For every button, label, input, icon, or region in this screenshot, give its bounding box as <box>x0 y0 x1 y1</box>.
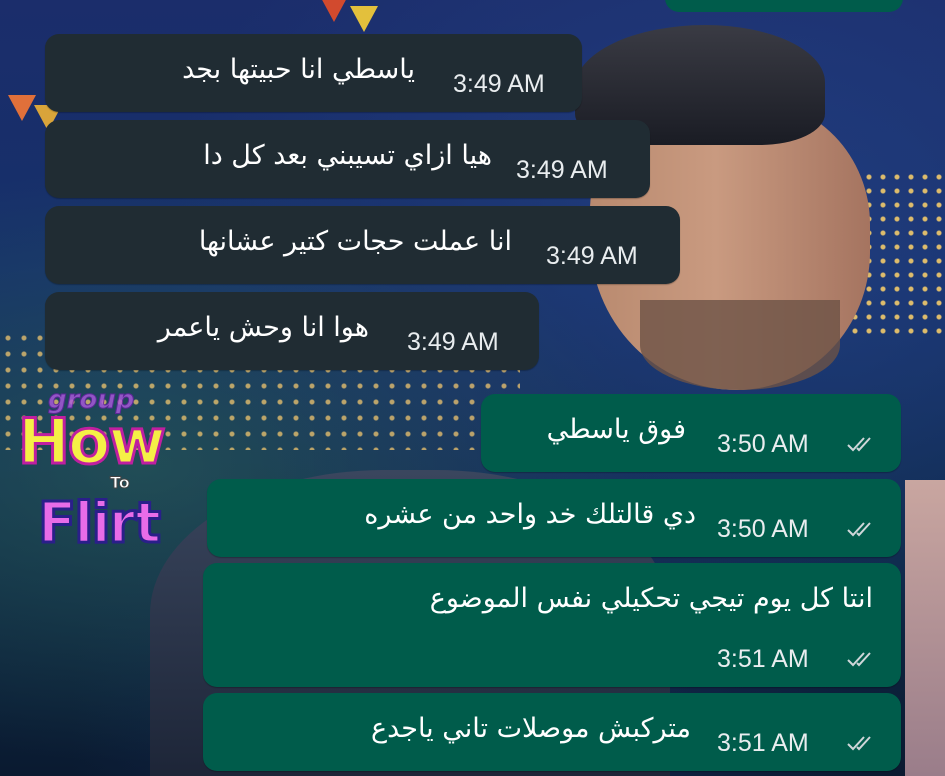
message-bubble-outgoing[interactable]: انتا كل يوم تيجي تحكيلي نفس الموضوع 3:51… <box>203 563 901 687</box>
message-text: ياسطي انا حبيتها بجد <box>182 54 415 85</box>
wallpaper-lantern <box>905 480 945 776</box>
message-bubble-incoming[interactable]: هوا انا وحش ياعمر 3:49 AM <box>45 292 539 370</box>
message-timestamp: 3:49 AM <box>407 328 499 356</box>
message-text: انا عملت حجات كتير عشانها <box>198 226 512 257</box>
message-timestamp: 3:51 AM <box>717 645 809 673</box>
wallpaper-person-beard <box>640 300 840 390</box>
message-bubble-outgoing[interactable]: دي قالتلك خد واحد من عشره 3:50 AM <box>207 479 901 557</box>
message-text: فوق ياسطي <box>546 414 686 445</box>
message-timestamp: 3:49 AM <box>546 242 638 270</box>
message-timestamp: 3:49 AM <box>516 156 608 184</box>
message-text: دي قالتلك خد واحد من عشره <box>364 499 696 530</box>
message-bubble-outgoing[interactable]: فوق ياسطي 3:50 AM <box>481 394 901 472</box>
message-bubble-incoming[interactable]: هيا ازاي تسيبني بعد كل دا 3:49 AM <box>45 120 650 198</box>
watermark-how-text: How <box>17 404 168 480</box>
wallpaper-bunting <box>350 6 378 32</box>
message-text: انتا كل يوم تيجي تحكيلي نفس الموضوع <box>429 583 873 614</box>
watermark-logo: group How To Flirt <box>17 385 218 585</box>
double-check-icon <box>847 736 871 751</box>
double-check-icon <box>847 437 871 452</box>
double-check-icon <box>847 522 871 537</box>
message-bubble-incoming[interactable]: ياسطي انا حبيتها بجد 3:49 AM <box>45 34 582 112</box>
double-check-icon <box>847 652 871 667</box>
message-bubble-outgoing-partial[interactable] <box>665 0 903 12</box>
message-bubble-outgoing[interactable]: متركبش موصلات تاني ياجدع 3:51 AM <box>203 693 901 771</box>
message-bubble-incoming[interactable]: انا عملت حجات كتير عشانها 3:49 AM <box>45 206 680 284</box>
message-text: متركبش موصلات تاني ياجدع <box>370 713 691 744</box>
message-text: هوا انا وحش ياعمر <box>157 312 369 343</box>
wallpaper-bunting <box>8 95 36 121</box>
message-timestamp: 3:51 AM <box>717 729 809 757</box>
watermark-flirt-text: Flirt <box>36 490 162 558</box>
message-timestamp: 3:49 AM <box>453 70 545 98</box>
message-text: هيا ازاي تسيبني بعد كل دا <box>203 140 492 171</box>
message-timestamp: 3:50 AM <box>717 430 809 458</box>
message-timestamp: 3:50 AM <box>717 515 809 543</box>
wallpaper-bunting <box>320 0 348 22</box>
watermark-to-text: To <box>110 473 131 493</box>
